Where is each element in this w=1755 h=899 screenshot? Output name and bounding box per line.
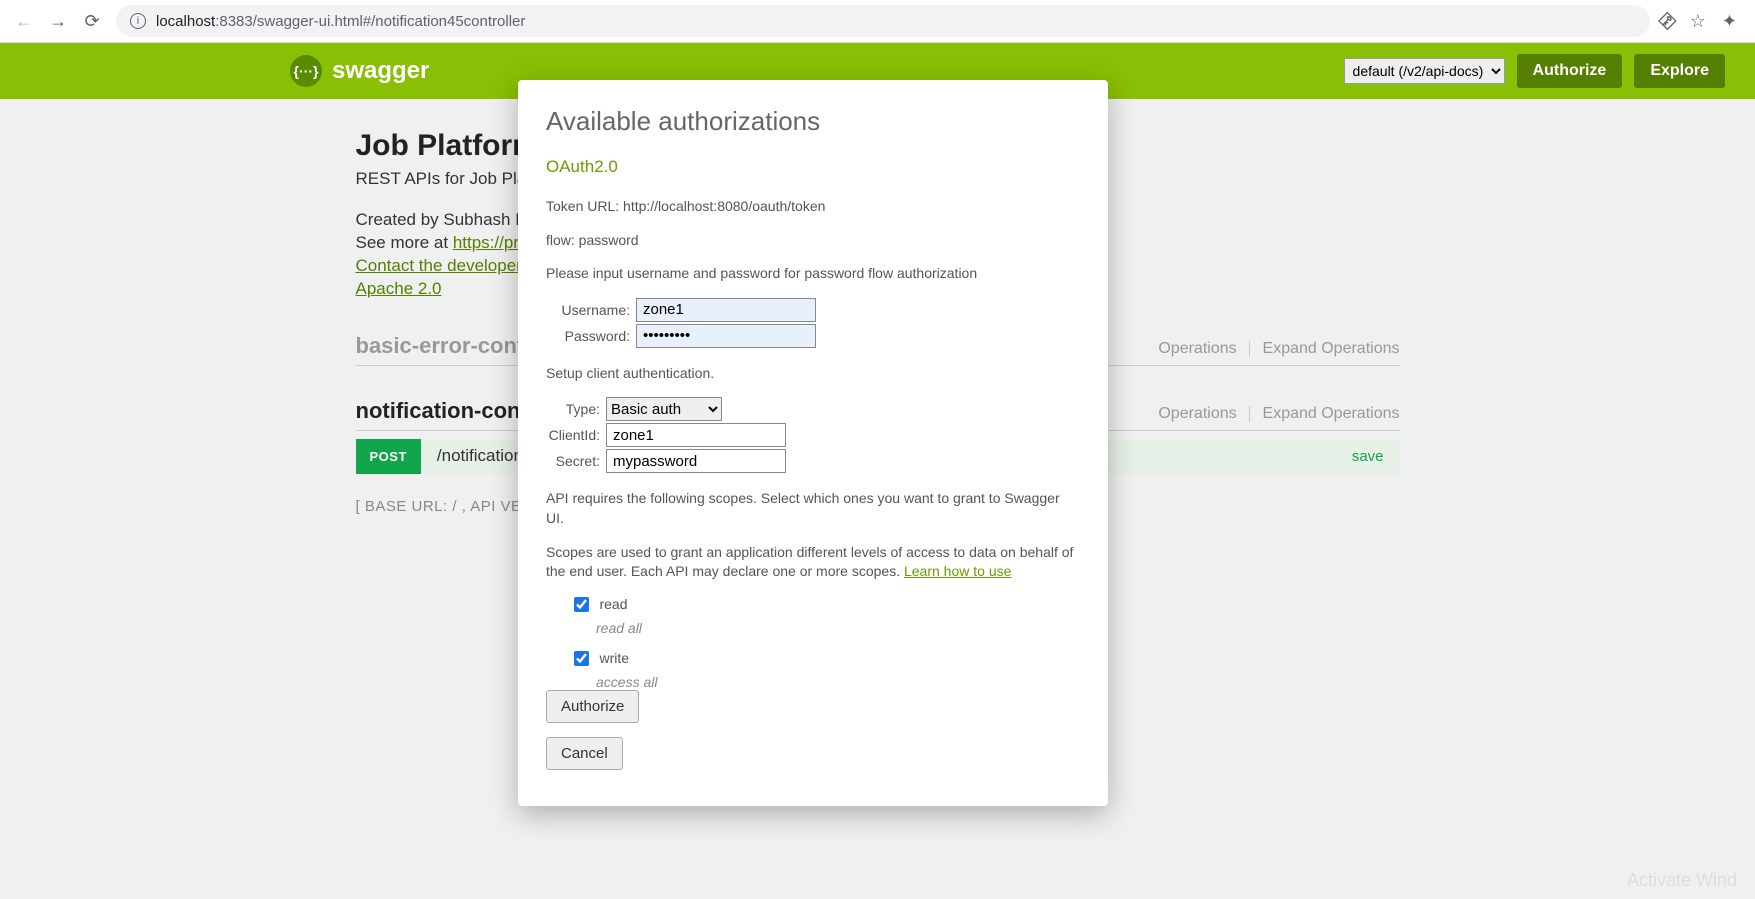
reload-button[interactable]: ⟳ bbox=[78, 7, 106, 35]
api-docs-select[interactable]: default (/v2/api-docs) bbox=[1344, 58, 1505, 84]
explore-button[interactable]: Explore bbox=[1634, 54, 1725, 88]
scope-desc: access all bbox=[596, 674, 1080, 690]
scope-read: read read all bbox=[546, 596, 1080, 636]
secret-input[interactable] bbox=[606, 449, 786, 473]
flow-line: flow: password bbox=[546, 231, 1080, 251]
swagger-logo-icon: {···} bbox=[290, 55, 322, 87]
expand-operations-link[interactable]: Expand Operations bbox=[1263, 340, 1400, 357]
auth-scheme-name: OAuth2.0 bbox=[546, 157, 1080, 177]
modal-footer: Authorize Cancel bbox=[518, 690, 1108, 806]
url-host: localhost bbox=[156, 13, 215, 30]
clientid-input[interactable] bbox=[606, 423, 786, 447]
address-bar[interactable]: i localhost:8383/swagger-ui.html#/notifi… bbox=[116, 5, 1650, 37]
scope-name: read bbox=[599, 596, 627, 612]
scope-read-checkbox[interactable] bbox=[574, 597, 589, 612]
expand-operations-link[interactable]: Expand Operations bbox=[1263, 405, 1400, 422]
scope-write-checkbox[interactable] bbox=[574, 651, 589, 666]
scope-name: write bbox=[599, 650, 629, 666]
modal-authorize-button[interactable]: Authorize bbox=[546, 690, 639, 723]
scopes-intro: API requires the following scopes. Selec… bbox=[546, 489, 1080, 528]
see-more-label: See more at bbox=[356, 233, 453, 252]
username-label: Username: bbox=[546, 302, 630, 318]
modal-scroll-area[interactable]: Available authorizations OAuth2.0 Token … bbox=[518, 80, 1108, 690]
modal-title: Available authorizations bbox=[546, 106, 1080, 137]
swagger-logo-text: swagger bbox=[332, 57, 429, 85]
browser-toolbar: ← → ⟳ i localhost:8383/swagger-ui.html#/… bbox=[0, 0, 1755, 43]
url-path: :8383/swagger-ui.html#/notification45con… bbox=[215, 13, 525, 30]
license-link[interactable]: Apache 2.0 bbox=[356, 279, 442, 298]
forward-button[interactable]: → bbox=[44, 7, 72, 35]
authorize-modal: Available authorizations OAuth2.0 Token … bbox=[518, 80, 1108, 806]
http-method-badge: POST bbox=[356, 439, 421, 474]
extensions-icon[interactable]: ✦ bbox=[1722, 11, 1737, 32]
username-input[interactable] bbox=[636, 298, 816, 322]
password-input[interactable] bbox=[636, 324, 816, 348]
modal-cancel-button[interactable]: Cancel bbox=[546, 737, 623, 770]
scope-desc: read all bbox=[596, 620, 1080, 636]
site-info-icon[interactable]: i bbox=[130, 13, 146, 29]
operation-summary: save bbox=[1352, 448, 1384, 465]
back-button[interactable]: ← bbox=[10, 7, 38, 35]
operation-path: /notification bbox=[437, 446, 523, 466]
type-label: Type: bbox=[546, 401, 600, 417]
clientid-label: ClientId: bbox=[546, 427, 600, 443]
contact-link[interactable]: Contact the developer bbox=[356, 256, 522, 275]
browser-actions: ⚿ ☆ ✦ bbox=[1660, 11, 1745, 32]
authorize-button[interactable]: Authorize bbox=[1517, 54, 1623, 88]
windows-watermark: Activate Wind bbox=[1627, 870, 1737, 891]
list-operations-link[interactable]: Operations bbox=[1158, 405, 1236, 422]
prompt-line: Please input username and password for p… bbox=[546, 264, 1080, 284]
password-label: Password: bbox=[546, 328, 630, 344]
swagger-logo[interactable]: {···} swagger bbox=[290, 55, 429, 87]
setup-client-auth: Setup client authentication. bbox=[546, 364, 1080, 384]
auth-type-select[interactable]: Basic auth bbox=[606, 397, 722, 421]
key-icon[interactable]: ⚿ bbox=[1655, 9, 1680, 34]
list-operations-link[interactable]: Operations bbox=[1158, 340, 1236, 357]
scope-write: write access all bbox=[546, 650, 1080, 690]
star-icon[interactable]: ☆ bbox=[1690, 11, 1706, 32]
secret-label: Secret: bbox=[546, 453, 600, 469]
learn-how-link[interactable]: Learn how to use bbox=[904, 563, 1011, 579]
token-url-line: Token URL: http://localhost:8080/oauth/t… bbox=[546, 197, 1080, 217]
